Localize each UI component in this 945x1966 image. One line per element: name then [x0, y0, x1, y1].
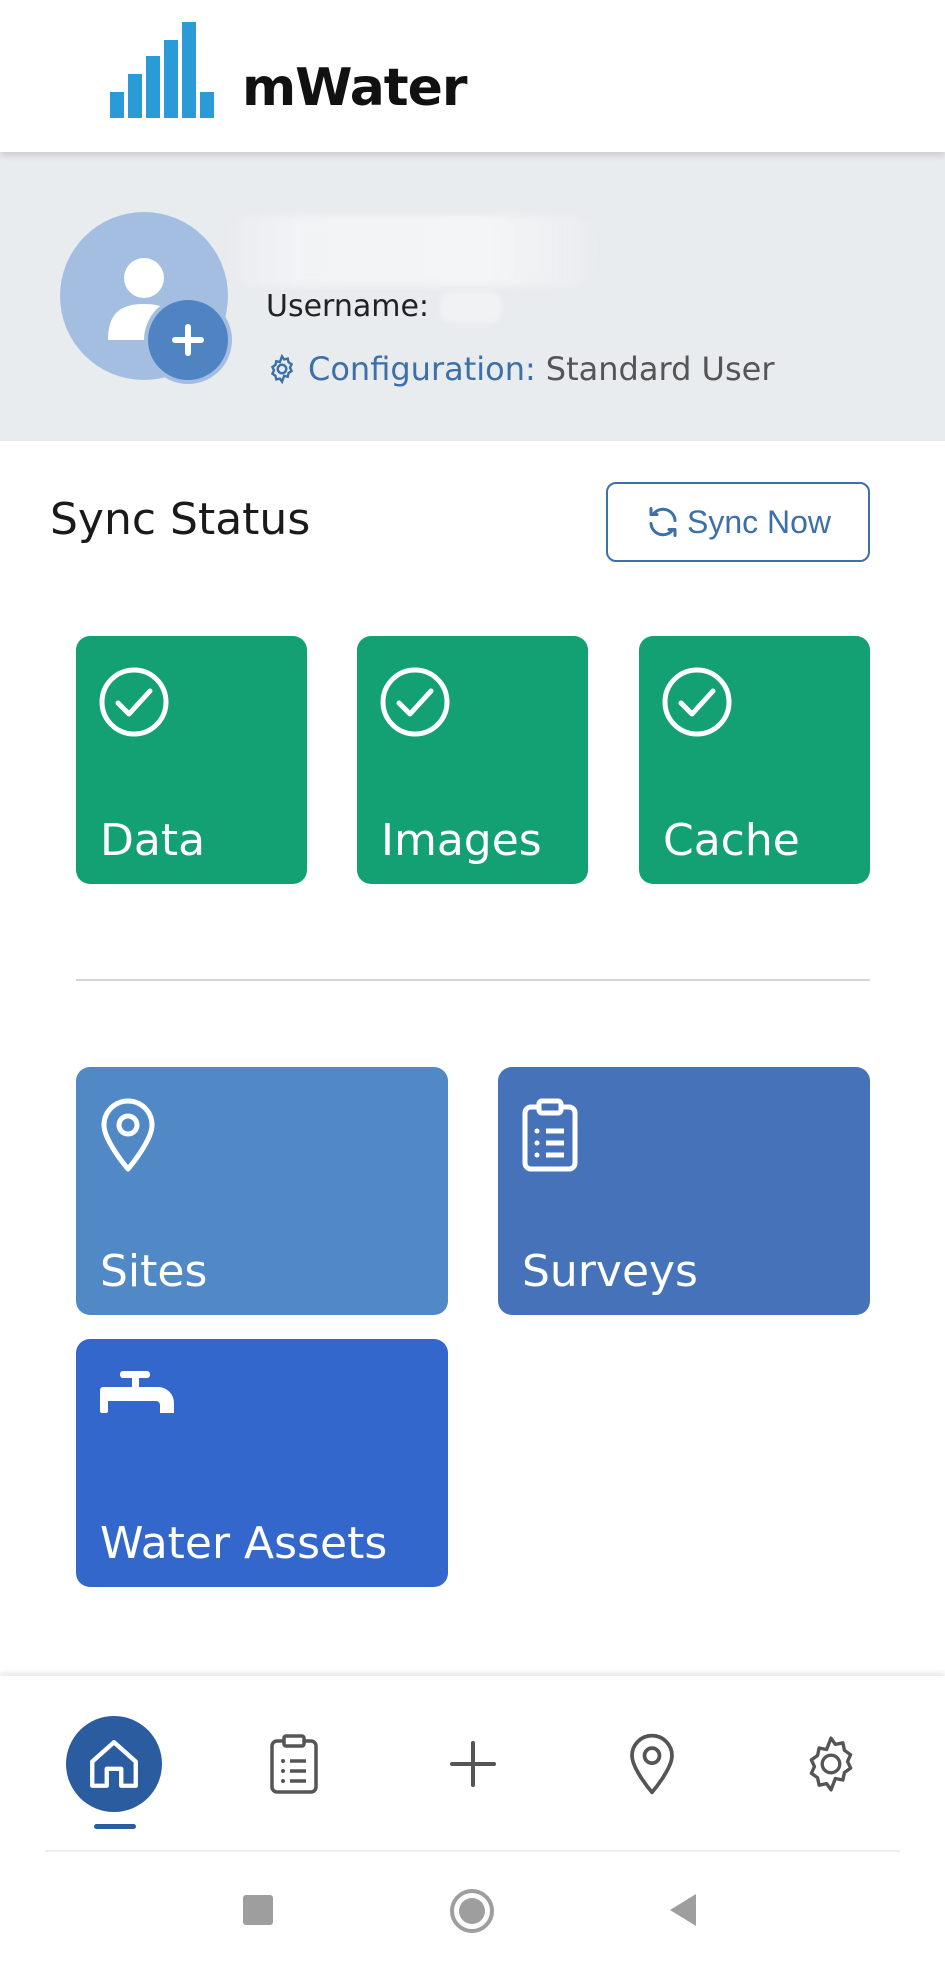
map-pin-icon: [101, 1098, 155, 1172]
system-navigation-bar: [0, 1852, 945, 1966]
gear-icon: [809, 1736, 853, 1792]
app-header: mWater: [0, 0, 945, 152]
gear-icon: [270, 353, 294, 385]
sync-icon: [649, 507, 677, 537]
clipboard-icon: [522, 1098, 578, 1172]
sites-tile[interactable]: Sites: [76, 1067, 448, 1315]
sites-label: Sites: [100, 1246, 208, 1297]
mwater-logo: mWater: [110, 18, 468, 118]
add-photo-button[interactable]: [144, 296, 232, 384]
recent-apps-button[interactable]: [243, 1895, 273, 1925]
plus-icon: [450, 1741, 496, 1787]
sync-tile-data[interactable]: Data: [76, 636, 307, 884]
sync-tile-images[interactable]: Images: [357, 636, 588, 884]
water-assets-tile[interactable]: Water Assets: [76, 1339, 448, 1587]
logo-bars-icon: [110, 22, 214, 118]
sync-tile-label: Data: [100, 815, 206, 866]
sync-status-title: Sync Status: [50, 494, 311, 545]
configuration-value: Standard User: [545, 350, 775, 388]
sync-now-button[interactable]: Sync Now: [606, 482, 870, 562]
active-tab-indicator: [94, 1824, 136, 1829]
tab-add[interactable]: [425, 1716, 521, 1812]
check-circle-icon: [662, 667, 732, 737]
redacted-display-name: [222, 216, 602, 286]
plus-icon: [172, 324, 204, 356]
username-label: Username:: [266, 289, 430, 324]
configuration-link[interactable]: Configuration: Standard User: [266, 350, 774, 388]
home-icon: [90, 1740, 138, 1788]
clipboard-icon: [270, 1734, 318, 1794]
app-screen: mWater Username: Configuration: Standard…: [0, 0, 945, 1966]
sync-tile-cache[interactable]: Cache: [639, 636, 870, 884]
water-assets-label: Water Assets: [100, 1518, 388, 1569]
tab-home[interactable]: [66, 1716, 162, 1812]
check-circle-icon: [380, 667, 450, 737]
back-button[interactable]: [668, 1892, 698, 1932]
redacted-username: [441, 291, 502, 322]
sync-tile-label: Images: [381, 815, 542, 866]
sync-tile-label: Cache: [663, 815, 800, 866]
configuration-label: Configuration:: [308, 350, 536, 388]
avatar[interactable]: [60, 212, 232, 384]
tab-settings[interactable]: [783, 1716, 879, 1812]
back-triangle-icon: [670, 1894, 696, 1926]
home-circle-icon: [459, 1898, 485, 1924]
home-system-button[interactable]: [450, 1889, 494, 1933]
profile-section: Username: Configuration: Standard User: [0, 152, 945, 441]
check-circle-icon: [99, 667, 169, 737]
section-divider: [76, 979, 870, 981]
surveys-tile[interactable]: Surveys: [498, 1067, 870, 1315]
faucet-icon: [100, 1371, 174, 1413]
username-row: Username:: [266, 289, 502, 324]
surveys-label: Surveys: [522, 1246, 698, 1297]
sync-now-label: Sync Now: [686, 503, 832, 540]
map-pin-icon: [630, 1733, 674, 1795]
tab-surveys[interactable]: [246, 1716, 342, 1812]
bottom-tab-bar: [0, 1676, 945, 1852]
tab-map[interactable]: [604, 1716, 700, 1812]
logo-text: mWater: [242, 58, 468, 118]
